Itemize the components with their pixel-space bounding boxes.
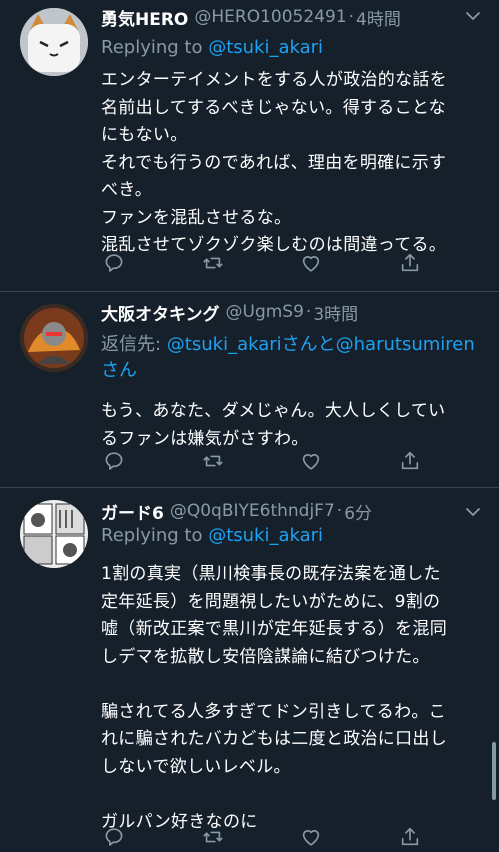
timestamp[interactable]: 3時間: [313, 300, 358, 325]
retweet-icon[interactable]: [202, 252, 228, 278]
reply-context: Replying to @tsuki_akari: [101, 522, 481, 549]
retweet-icon[interactable]: [202, 450, 228, 476]
chevron-down-icon[interactable]: [465, 506, 481, 518]
timestamp[interactable]: 6分: [344, 499, 372, 524]
mention-link[interactable]: @tsuki_akari: [167, 334, 282, 355]
chevron-down-icon[interactable]: [465, 10, 481, 22]
avatar[interactable]: [20, 8, 88, 76]
share-icon[interactable]: [399, 826, 425, 852]
share-icon[interactable]: [399, 252, 425, 278]
tweet[interactable]: 勇気HERO @HERO10052491 · 4時間 Replying to @…: [0, 0, 499, 292]
display-name[interactable]: 勇気HERO: [101, 5, 188, 30]
tweet-text: 1割の真実（黒川検事長の既存法案を通した 定年延長）を問題視したいがために、9割…: [101, 564, 447, 832]
display-name[interactable]: 大阪オタキング: [101, 300, 220, 325]
reply-icon[interactable]: [103, 252, 129, 278]
reply-prefix: 返信先:: [101, 334, 167, 355]
like-icon[interactable]: [300, 826, 326, 852]
tweet-actions: [101, 826, 431, 852]
reply-context: 返信先: @tsuki_akariさんと@harutsumiren さん: [101, 332, 481, 384]
user-handle[interactable]: @Q0qBIYE6thndjF7: [170, 501, 335, 521]
separator-dot: ·: [336, 501, 343, 521]
reply-context: Replying to @tsuki_akari: [101, 34, 481, 61]
tweet-text: エンターテイメントをする人が政治的な話を 名前出してするべきじゃない。得すること…: [101, 70, 447, 255]
tweet-actions: [101, 252, 431, 278]
like-icon[interactable]: [300, 450, 326, 476]
tweet[interactable]: 大阪オタキング @UgmS9 · 3時間 返信先: @tsuki_akariさん…: [0, 292, 499, 488]
reply-join: さんと: [281, 334, 336, 355]
retweet-icon[interactable]: [202, 826, 228, 852]
mention-link[interactable]: @tsuki_akari: [208, 525, 323, 546]
avatar[interactable]: [20, 500, 88, 568]
reply-suffix: さん: [101, 360, 137, 381]
mention-link[interactable]: @harutsumiren: [336, 334, 475, 355]
user-handle[interactable]: @UgmS9: [226, 302, 304, 322]
tweet-actions: [101, 450, 431, 476]
tweet-text: もう、あなた、ダメじゃん。大人しくしてい るファンは嫌気がさすわ。: [101, 401, 446, 449]
mention-link[interactable]: @tsuki_akari: [208, 37, 323, 58]
like-icon[interactable]: [300, 252, 326, 278]
reply-prefix: Replying to: [101, 37, 209, 58]
separator-dot: ·: [348, 7, 355, 27]
scrollbar[interactable]: [492, 742, 496, 800]
tweet[interactable]: ガード6 @Q0qBIYE6thndjF7 · 6分 Replying to @…: [0, 488, 499, 839]
reply-prefix: Replying to: [101, 525, 209, 546]
separator-dot: ·: [305, 302, 312, 322]
display-name[interactable]: ガード6: [101, 499, 164, 524]
avatar[interactable]: [20, 304, 88, 372]
share-icon[interactable]: [399, 450, 425, 476]
timestamp[interactable]: 4時間: [356, 5, 401, 30]
reply-icon[interactable]: [103, 450, 129, 476]
reply-icon[interactable]: [103, 826, 129, 852]
user-handle[interactable]: @HERO10052491: [194, 7, 346, 27]
